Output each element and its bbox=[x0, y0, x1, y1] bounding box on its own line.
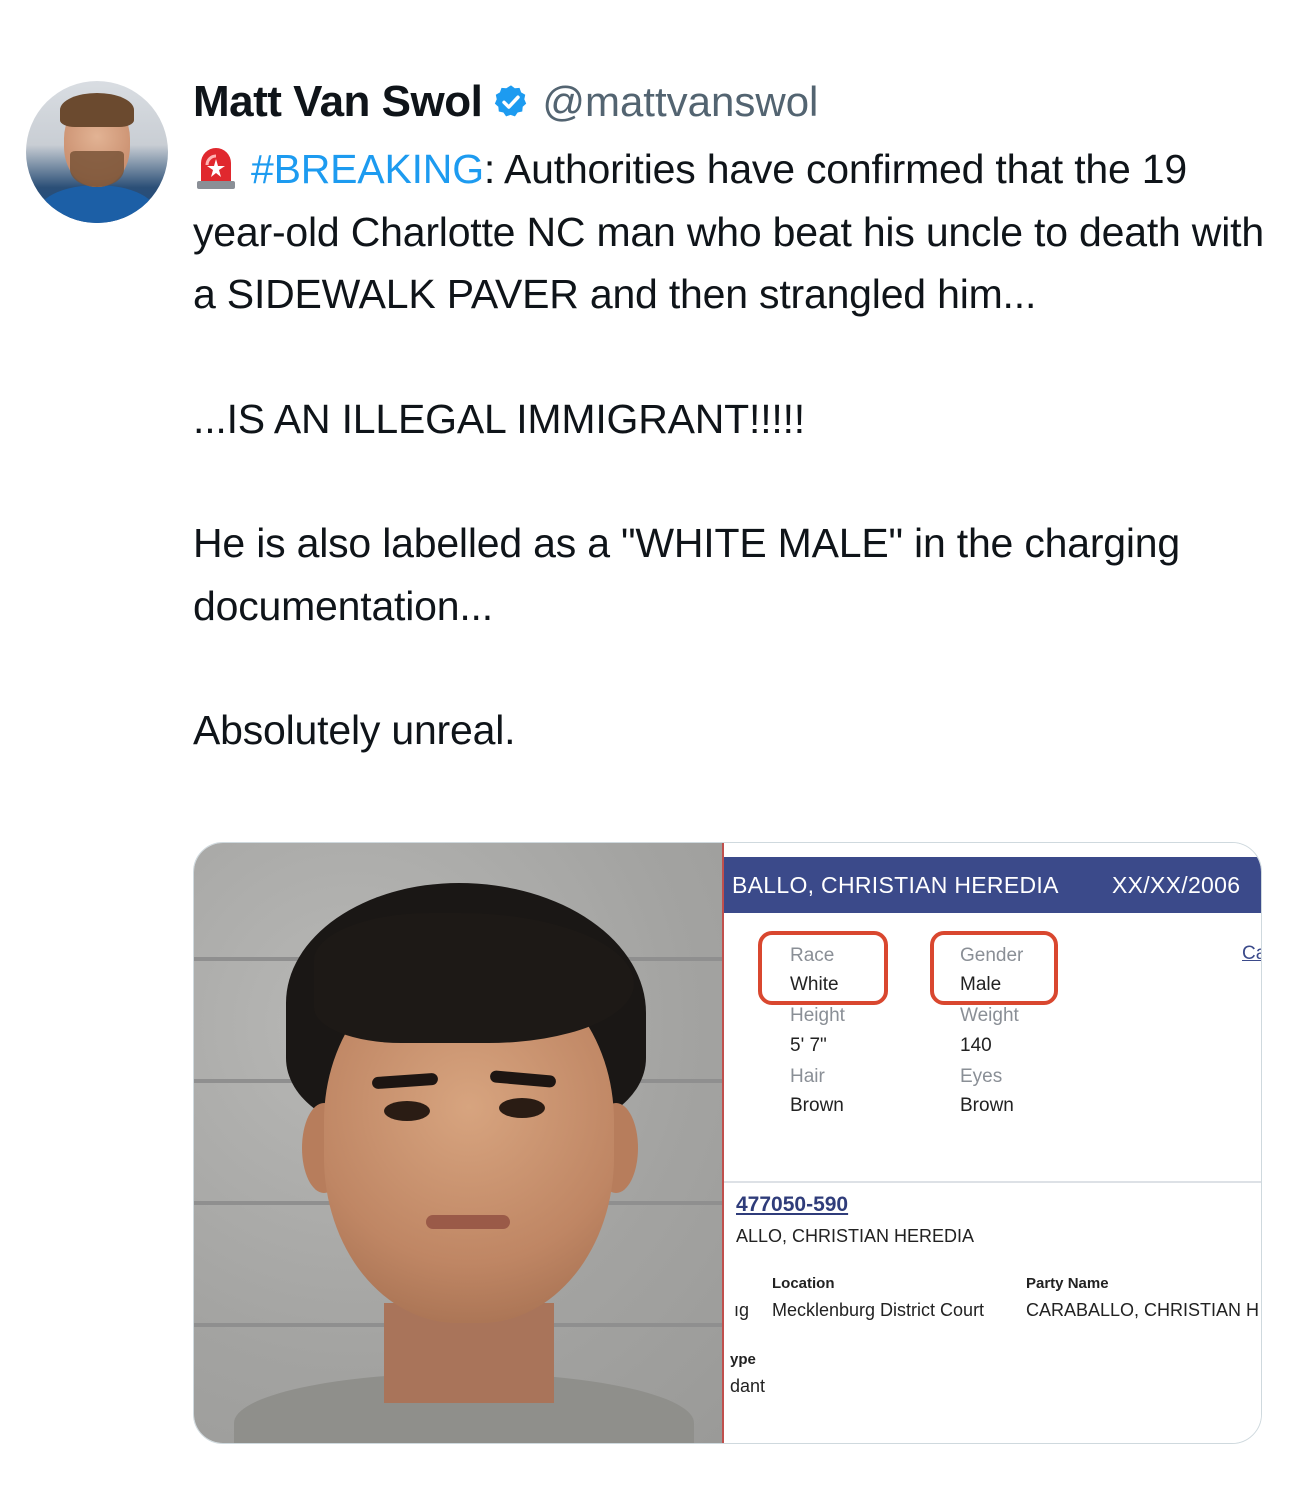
court-record-screenshot[interactable]: BALLO, CHRISTIAN HEREDIA XX/XX/2006 Race… bbox=[724, 843, 1261, 1443]
tweet-header: Matt Van Swol @mattvanswol bbox=[193, 76, 818, 128]
record-header-bar: BALLO, CHRISTIAN HEREDIA XX/XX/2006 bbox=[724, 857, 1261, 913]
clipped-text-2: ype bbox=[730, 1351, 756, 1368]
location-header: Location bbox=[772, 1275, 835, 1292]
tweet-paragraph-4: Absolutely unreal. bbox=[193, 707, 516, 753]
author-avatar[interactable] bbox=[26, 81, 168, 223]
party-name-header: Party Name bbox=[1026, 1275, 1109, 1292]
tweet-paragraph-3: He is also labelled as a "WHITE MALE" in… bbox=[193, 520, 1192, 629]
gender-value: Male bbox=[960, 974, 1002, 995]
mugshot-mouth bbox=[426, 1215, 510, 1229]
case-number-link[interactable]: 477050-590 bbox=[736, 1193, 848, 1217]
clipped-text-1: ıg bbox=[734, 1300, 750, 1320]
verified-badge-icon bbox=[495, 85, 527, 117]
record-separator bbox=[724, 1181, 1261, 1183]
tweet-text: #BREAKING: Authorities have confirmed th… bbox=[193, 138, 1268, 762]
height-label: Height bbox=[790, 1005, 845, 1026]
author-handle[interactable]: @mattvanswol bbox=[542, 78, 818, 126]
weight-value: 140 bbox=[960, 1035, 992, 1056]
mugshot-photo[interactable] bbox=[194, 843, 722, 1443]
author-name[interactable]: Matt Van Swol bbox=[193, 77, 483, 127]
mugshot-eye-left bbox=[384, 1101, 430, 1121]
eyes-value: Brown bbox=[960, 1095, 1014, 1116]
clipped-text-3: dant bbox=[730, 1376, 766, 1396]
case-party-name: ALLO, CHRISTIAN HEREDIA bbox=[736, 1226, 975, 1246]
hashtag-breaking[interactable]: #BREAKING bbox=[251, 146, 484, 192]
tweet-paragraph-2: ...IS AN ILLEGAL IMMIGRANT!!!!! bbox=[193, 395, 805, 442]
mugshot-eye-right bbox=[499, 1098, 545, 1118]
tweet-media[interactable]: BALLO, CHRISTIAN HEREDIA XX/XX/2006 Race… bbox=[193, 842, 1262, 1444]
record-ca-link[interactable]: Ca bbox=[1242, 943, 1261, 965]
avatar-jacket bbox=[36, 185, 158, 223]
record-header-dob: XX/XX/2006 bbox=[1112, 872, 1241, 898]
tweet-paragraph-1: #BREAKING: Authorities have confirmed th… bbox=[193, 138, 1268, 326]
location-value: Mecklenburg District Court bbox=[772, 1300, 985, 1320]
rotating-light-icon bbox=[197, 148, 235, 189]
gender-label: Gender bbox=[960, 945, 1024, 966]
height-value: 5' 7" bbox=[790, 1035, 827, 1056]
eyes-label: Eyes bbox=[960, 1066, 1003, 1087]
weight-label: Weight bbox=[960, 1005, 1019, 1026]
record-header-name: BALLO, CHRISTIAN HEREDIA bbox=[732, 872, 1059, 898]
race-label: Race bbox=[790, 945, 835, 966]
hair-label: Hair bbox=[790, 1066, 825, 1087]
race-value: White bbox=[790, 974, 839, 995]
party-name-value: CARABALLO, CHRISTIAN H bbox=[1026, 1300, 1260, 1320]
avatar-beard bbox=[70, 151, 124, 187]
avatar-hair bbox=[60, 93, 134, 127]
hair-value: Brown bbox=[790, 1095, 844, 1116]
